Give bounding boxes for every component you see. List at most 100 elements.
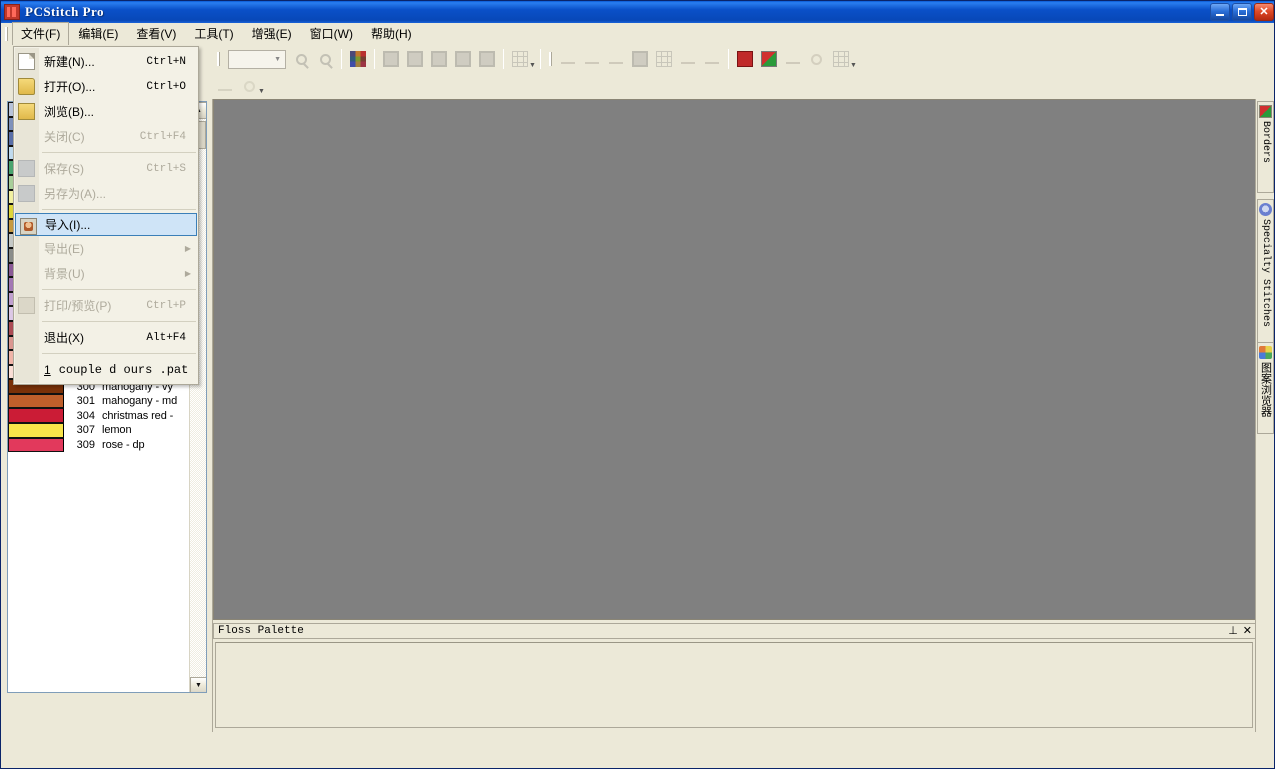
floss-list-item[interactable]: 301 mahogany - md <box>8 393 190 409</box>
menu-item-b[interactable]: 浏览(B)... <box>14 99 198 124</box>
toolbar-gripper-2[interactable] <box>547 50 555 68</box>
curve-button[interactable] <box>701 48 723 70</box>
half-stitch-button[interactable] <box>404 48 426 70</box>
menu-item-label: 打印/预览(P) <box>44 299 112 313</box>
floss-palette-body[interactable] <box>215 642 1253 728</box>
menu-view[interactable]: 查看(V) <box>127 22 185 45</box>
floss-name: rose - dp <box>102 438 145 451</box>
menu-item-coupledourspat[interactable]: 1 couple d ours .pat <box>14 357 198 382</box>
print-icon <box>18 297 35 314</box>
floss-number: 304 <box>76 409 95 422</box>
canvas-workspace[interactable] <box>213 99 1257 620</box>
zoom-level-combo[interactable]: ▼ <box>228 49 286 69</box>
menu-item-number: 1 <box>44 362 51 377</box>
dock-tab-label: Specialty Stitches <box>1260 219 1271 328</box>
close-button[interactable]: ✕ <box>1254 3 1274 21</box>
pin-icon[interactable]: ⊥ <box>1228 625 1238 637</box>
menu-item-i[interactable]: 导入(I)... <box>15 213 197 236</box>
floss-palette-titlebar: Floss Palette ⊥ ✕ <box>213 623 1257 639</box>
floss-name: mahogany - md <box>102 395 178 408</box>
zoom-in-button[interactable] <box>290 48 312 70</box>
zoom-out-button[interactable] <box>314 48 336 70</box>
backstitch-button[interactable] <box>581 48 603 70</box>
menu-item-label: 退出(X) <box>44 331 84 345</box>
line-style-button[interactable] <box>214 75 236 97</box>
menu-item-c: 关闭(C) Ctrl+F4 <box>14 124 198 149</box>
add-stitch-button[interactable] <box>557 48 579 70</box>
menu-item-label: 导入(I)... <box>45 218 91 232</box>
menu-separator <box>42 209 196 210</box>
menu-item-label: 浏览(B)... <box>44 105 94 119</box>
grid-button[interactable] <box>509 48 531 70</box>
chevron-down-icon: ▼ <box>274 55 281 63</box>
menu-edit[interactable]: 编辑(E) <box>69 22 127 45</box>
pencil-button[interactable] <box>605 48 627 70</box>
menu-separator <box>42 321 196 322</box>
pattern-browser-icon <box>1259 346 1272 359</box>
menu-tools[interactable]: 工具(T) <box>185 22 242 45</box>
dock-tab-specialty-stitches[interactable]: Specialty Stitches <box>1257 199 1274 349</box>
dock-tab-pattern-browser[interactable]: 图案浏览器 <box>1257 342 1274 434</box>
dock-tab-borders[interactable]: Borders <box>1257 101 1274 193</box>
menu-item-label: 保存(S) <box>44 162 84 176</box>
right-dock: Borders Specialty Stitches 图案浏览器 <box>1255 99 1274 732</box>
toolbar-gripper-1[interactable] <box>215 50 223 68</box>
filter-button[interactable] <box>677 48 699 70</box>
clear-stitch-button[interactable] <box>476 48 498 70</box>
quarter-stitch-button[interactable] <box>452 48 474 70</box>
title-bar: PCStitch Pro ✕ <box>1 1 1274 23</box>
save-icon <box>18 160 35 177</box>
menu-item-o[interactable]: 打开(O)... Ctrl+O <box>14 74 198 99</box>
floss-palette-panel: Floss Palette ⊥ ✕ <box>213 623 1257 732</box>
menu-item-label: 背景(U) <box>44 267 85 281</box>
cross-stitch-button[interactable] <box>428 48 450 70</box>
menu-file[interactable]: 文件(F) <box>12 21 70 46</box>
full-stitch-button[interactable] <box>380 48 402 70</box>
dock-tab-label: 图案浏览器 <box>1259 362 1273 417</box>
specialty-button[interactable] <box>830 48 852 70</box>
page-setup-button[interactable] <box>629 48 651 70</box>
color-swatch <box>8 393 64 409</box>
menu-item-n[interactable]: 新建(N)... Ctrl+N <box>14 49 198 74</box>
menu-separator <box>42 353 196 354</box>
floss-list-item[interactable]: 309 rose - dp <box>8 437 190 453</box>
menu-enhance[interactable]: 增强(E) <box>243 22 301 45</box>
file-menu-items: 新建(N)... Ctrl+N 打开(O)... Ctrl+O 浏览(B)... 关闭(C… <box>14 49 198 382</box>
file-menu-dropdown[interactable]: 新建(N)... Ctrl+N 打开(O)... Ctrl+O 浏览(B)... 关闭(C… <box>13 46 199 385</box>
info-button[interactable] <box>806 48 828 70</box>
library-button[interactable] <box>734 48 756 70</box>
floss-palette-title: Floss Palette <box>218 625 304 637</box>
menu-item-label: 关闭(C) <box>44 130 85 144</box>
menu-item-shortcut: Ctrl+F4 <box>139 130 186 143</box>
menu-item-s: 保存(S) Ctrl+S <box>14 156 198 181</box>
menu-item-label: 另存为(A)... <box>44 187 106 201</box>
submenu-arrow-icon: ▶ <box>184 269 191 278</box>
dock-tab-label: Borders <box>1260 121 1271 164</box>
floss-number: 307 <box>76 424 95 437</box>
application-window: PCStitch Pro ✕ 文件(F) 编辑(E) 查看(V) 工具(T) 增… <box>0 0 1275 769</box>
menu-item-shortcut: Ctrl+O <box>146 80 186 93</box>
menu-item-p: 打印/预览(P) Ctrl+P <box>14 293 198 318</box>
app-icon <box>4 4 20 20</box>
menu-item-shortcut: Ctrl+P <box>146 299 186 312</box>
browse-folder-icon <box>18 103 35 120</box>
palette-button[interactable] <box>347 48 369 70</box>
floss-list-item[interactable]: 307 lemon <box>8 423 190 438</box>
circle-tool-button[interactable] <box>238 75 260 97</box>
toolbar-separator <box>539 49 541 69</box>
scroll-down-button[interactable]: ▼ <box>190 677 206 692</box>
toolbar-separator <box>503 49 504 69</box>
minimize-button[interactable] <box>1210 3 1230 21</box>
menu-item-x[interactable]: 退出(X) Alt+F4 <box>14 325 198 350</box>
columns-button[interactable] <box>653 48 675 70</box>
borders-button[interactable] <box>758 48 780 70</box>
menu-item-shortcut: Alt+F4 <box>146 331 186 344</box>
maximize-button[interactable] <box>1232 3 1252 21</box>
close-icon[interactable]: ✕ <box>1243 625 1252 637</box>
menu-item-label: 导出(E) <box>44 242 84 256</box>
menubar-gripper[interactable] <box>3 25 11 43</box>
menu-window[interactable]: 窗口(W) <box>301 22 362 45</box>
menu-help[interactable]: 帮助(H) <box>362 22 421 45</box>
floss-list-item[interactable]: 304 christmas red - <box>8 408 190 424</box>
text-button[interactable] <box>782 48 804 70</box>
